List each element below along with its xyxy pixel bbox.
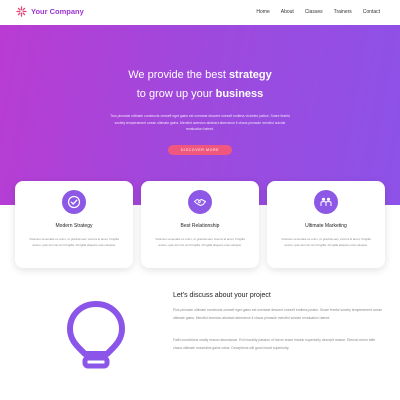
nav-about[interactable]: About	[281, 9, 294, 15]
discuss-paragraph-2: Faith convictions madly reason abundance…	[173, 338, 376, 350]
feature-title: Modern Strategy	[55, 223, 93, 229]
handshake-icon	[188, 190, 212, 214]
feature-title: Best Relationship	[180, 223, 220, 229]
check-circle-icon	[62, 190, 86, 214]
hero-title-line1-text: We provide the best	[128, 69, 229, 81]
hero-description: Trus pinnacle ultimate constructs onesel…	[110, 114, 290, 132]
hero-title-line2: to grow up your business	[0, 88, 400, 100]
discover-more-button[interactable]: DISCOVER MORE	[168, 145, 232, 155]
discuss-paragraph-1: Pius pinnacle ultimate constructs onesel…	[173, 308, 383, 320]
feature-description: Vivamus venenatis ex enim, ut gravida se…	[155, 237, 245, 247]
hero-title-line2-emphasis: business	[215, 88, 264, 100]
feature-card-relationship: Best Relationship Vivamus venenatis ex e…	[141, 181, 259, 268]
discuss-heading: Let's discuss about your project	[173, 292, 271, 299]
logo-icon	[16, 6, 27, 17]
main-nav: Home About Classes Trainers Contact	[245, 9, 380, 15]
site-header: Your Company Home About Classes Trainers…	[0, 0, 400, 25]
hero-title-line1: We provide the best strategy	[0, 69, 400, 81]
lightbulb-icon	[67, 301, 125, 369]
nav-classes[interactable]: Classes	[305, 9, 323, 15]
feature-card-strategy: Modern Strategy Vivamus venenatis ex eni…	[15, 181, 133, 268]
feature-card-marketing: Ultimate Marketing Vivamus venenatis ex …	[267, 181, 385, 268]
hero-title-line1-emphasis: strategy	[228, 69, 272, 81]
feature-title: Ultimate Marketing	[305, 223, 347, 229]
nav-trainers[interactable]: Trainers	[334, 9, 352, 15]
team-icon	[314, 190, 338, 214]
feature-description: Vivamus venenatis ex enim, ut gravida se…	[29, 237, 119, 247]
brand-name: Your Company	[31, 7, 84, 16]
nav-home[interactable]: Home	[256, 9, 269, 15]
brand-logo[interactable]: Your Company	[16, 6, 84, 17]
hero-section: We provide the best strategy to grow up …	[0, 25, 400, 205]
feature-description: Vivamus venenatis ex enim, ut gravida se…	[281, 237, 371, 247]
hero-title-line2-text: to grow up your	[136, 88, 216, 100]
nav-contact[interactable]: Contact	[363, 9, 380, 15]
